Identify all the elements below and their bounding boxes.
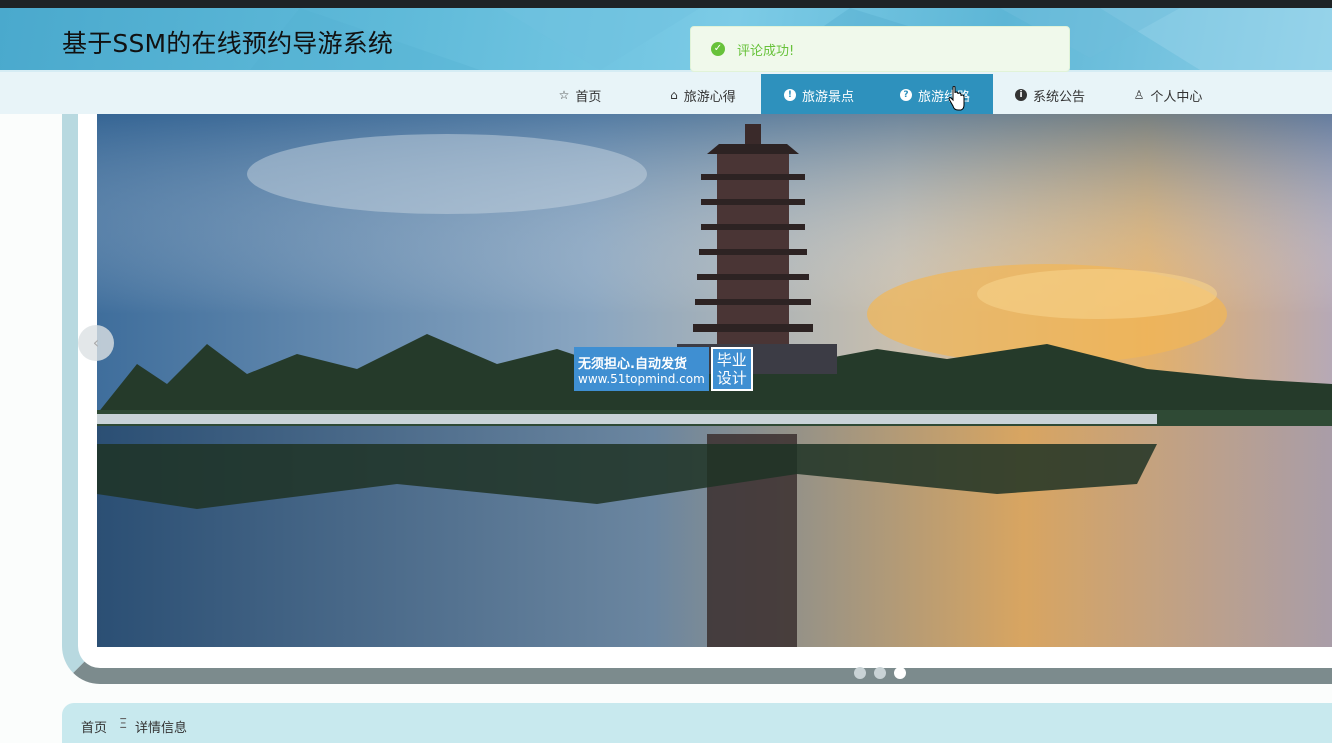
watermark-line1: 无须担心.自动发货	[578, 356, 687, 372]
breadcrumb-separator: Ξ	[119, 717, 128, 732]
nav-travel-notes-label: 旅游心得	[683, 89, 736, 105]
watermark-badge-line2: 设计	[716, 369, 747, 387]
help-icon: ?	[899, 89, 912, 101]
nav-personal-center-label: 个人中心	[1150, 89, 1203, 105]
bag-icon: ⌂	[670, 88, 678, 102]
nav-announcements[interactable]: i 系统公告	[1000, 74, 1100, 116]
carousel-indicators	[854, 667, 906, 679]
hand-cursor-icon	[948, 86, 965, 111]
nav-personal-center[interactable]: ♙ 个人中心	[1118, 74, 1218, 116]
main-nav: ☆ 首页 ⌂ 旅游心得 ! 旅游景点 ? 旅游线路 i 系统公告 ♙ 个人中心	[0, 70, 1332, 116]
check-circle-icon: ✓	[711, 42, 725, 56]
watermark-text: 无须担心.自动发货 www.51topmind.com	[574, 347, 709, 391]
carousel-prev-button[interactable]: ‹	[78, 325, 114, 361]
nav-home-label: 首页	[575, 89, 602, 105]
site-header: 基于SSM的在线预约导游系统	[0, 8, 1332, 70]
nav-scenic-spots[interactable]: ! 旅游景点	[761, 74, 877, 116]
nav-home[interactable]: ☆ 首页	[540, 74, 620, 116]
success-toast: ✓ 评论成功!	[690, 26, 1070, 72]
info-icon: !	[783, 89, 796, 101]
info-icon: i	[1014, 89, 1027, 101]
carousel-dot-2[interactable]	[874, 667, 886, 679]
nav-announcements-label: 系统公告	[1032, 89, 1085, 105]
watermark-badge: 毕业 设计	[710, 347, 753, 391]
site-title: 基于SSM的在线预约导游系统	[62, 29, 394, 58]
watermark-banner: 无须担心.自动发货 www.51topmind.com 毕业 设计	[574, 347, 753, 391]
carousel-dot-1[interactable]	[854, 667, 866, 679]
top-strip	[0, 0, 1332, 8]
watermark-badge-line1: 毕业	[716, 351, 747, 369]
breadcrumb-current: 详情信息	[135, 721, 188, 736]
nav-travel-notes[interactable]: ⌂ 旅游心得	[650, 74, 756, 116]
watermark-line2: www.51topmind.com	[578, 371, 705, 386]
star-icon: ☆	[558, 88, 570, 102]
carousel-dot-3[interactable]	[894, 667, 906, 679]
breadcrumb: 首页 Ξ 详情信息	[62, 703, 1332, 743]
nav-scenic-spots-label: 旅游景点	[801, 89, 854, 105]
nav-travel-routes[interactable]: ? 旅游线路	[877, 74, 993, 116]
breadcrumb-home[interactable]: 首页	[81, 717, 107, 736]
user-icon: ♙	[1133, 88, 1145, 102]
toast-message: 评论成功!	[737, 43, 795, 59]
